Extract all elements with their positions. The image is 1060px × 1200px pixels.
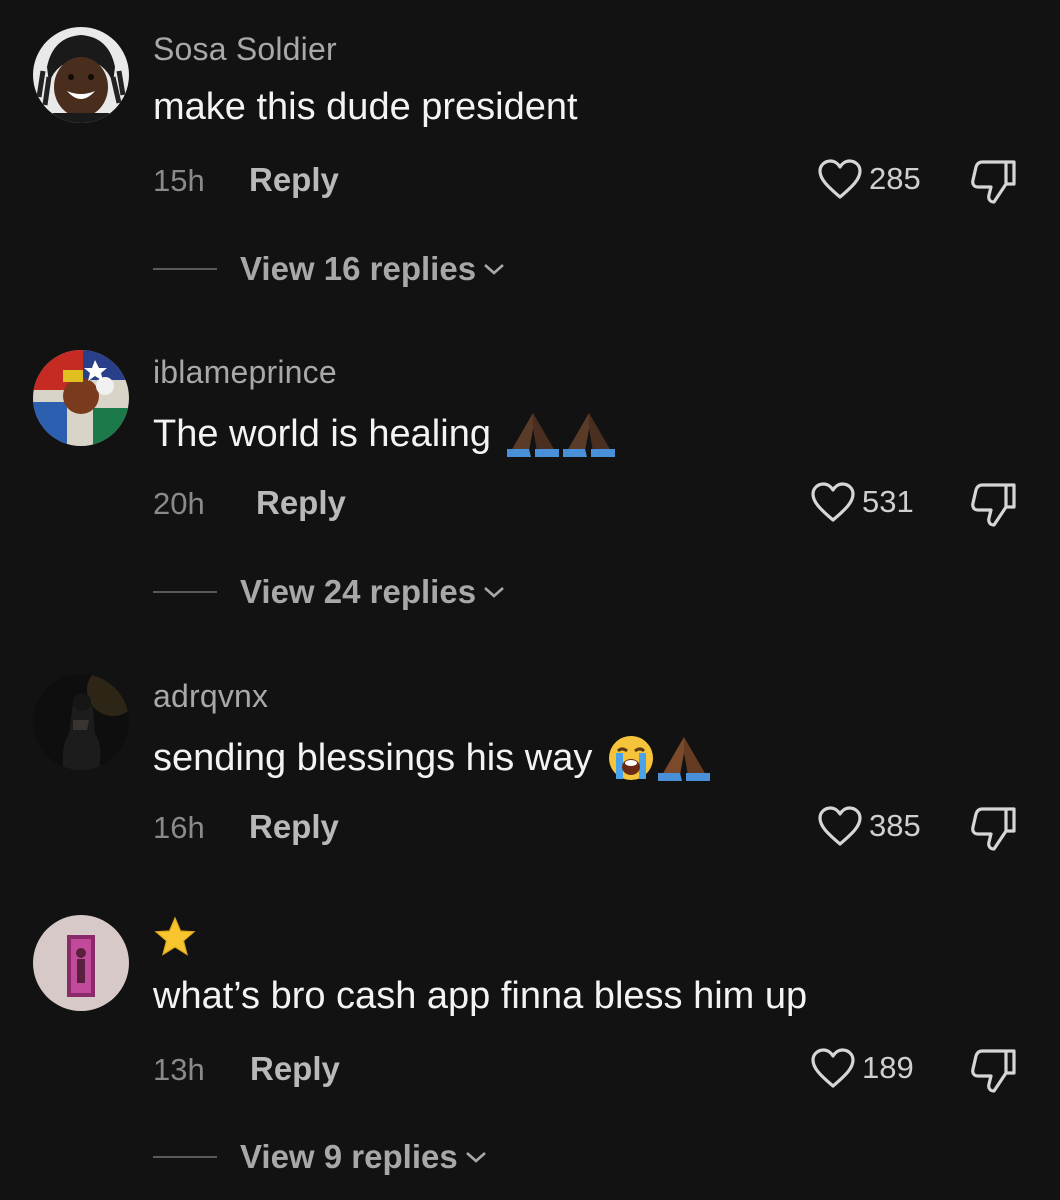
- thumbs-down-icon: [971, 807, 1016, 851]
- dislike-button[interactable]: [968, 481, 1020, 529]
- view-replies-button[interactable]: View 24 replies: [153, 573, 506, 611]
- timestamp: 20h: [153, 486, 205, 521]
- comment-text-label: The world is healing: [153, 412, 491, 455]
- folded-hands-emoji: [658, 737, 711, 781]
- timestamp: 16h: [153, 810, 205, 845]
- divider: [153, 268, 217, 270]
- username[interactable]: adrqvnx: [153, 678, 268, 715]
- view-replies-button[interactable]: View 9 replies: [153, 1138, 488, 1176]
- thumbs-down-icon: [971, 1049, 1016, 1093]
- username[interactable]: Sosa Soldier: [153, 31, 337, 68]
- heart-outline-icon: [811, 1048, 855, 1088]
- dislike-button[interactable]: [968, 158, 1020, 206]
- comment-text: The world is healing: [153, 409, 617, 459]
- dislike-button[interactable]: [968, 1047, 1020, 1095]
- star-emoji: [154, 916, 196, 956]
- like-count: 385: [869, 808, 921, 843]
- like-button[interactable]: 285: [817, 158, 921, 200]
- reply-button[interactable]: Reply: [249, 161, 339, 199]
- heart-outline-icon: [818, 159, 862, 199]
- thumbs-down-icon: [971, 160, 1016, 204]
- like-count: 189: [862, 1050, 914, 1085]
- like-count: 531: [862, 484, 914, 519]
- chevron-down-icon: [465, 1152, 486, 1163]
- heart-outline-icon: [811, 482, 855, 522]
- like-button[interactable]: 531: [810, 481, 914, 523]
- like-count: 285: [869, 161, 921, 196]
- comment-text: sending blessings his way: [153, 733, 712, 783]
- username[interactable]: [153, 916, 197, 966]
- like-button[interactable]: 385: [817, 805, 921, 847]
- timestamp: 15h: [153, 163, 205, 198]
- view-replies-label: View 24 replies: [240, 573, 477, 610]
- comment-text: make this dude president: [153, 86, 578, 128]
- thumbs-down-icon: [971, 483, 1016, 527]
- reply-button[interactable]: Reply: [250, 1050, 340, 1088]
- avatar[interactable]: [33, 915, 129, 1011]
- divider: [153, 591, 217, 593]
- avatar[interactable]: [33, 674, 129, 770]
- comment-text: what’s bro cash app finna bless him up: [153, 975, 808, 1017]
- emoji-group: [606, 733, 712, 783]
- chevron-down-icon: [484, 264, 504, 275]
- divider: [153, 1156, 217, 1158]
- timestamp: 13h: [153, 1052, 205, 1087]
- view-replies-label: View 16 replies: [240, 250, 477, 287]
- like-button[interactable]: 189: [810, 1047, 914, 1089]
- view-replies-label: View 9 replies: [240, 1138, 458, 1175]
- heart-outline-icon: [818, 806, 862, 846]
- dislike-button[interactable]: [968, 805, 1020, 853]
- avatar[interactable]: [33, 350, 129, 446]
- reply-button[interactable]: Reply: [249, 808, 339, 846]
- view-replies-button[interactable]: View 16 replies: [153, 250, 506, 288]
- chevron-down-icon: [484, 587, 504, 598]
- username[interactable]: iblameprince: [153, 354, 337, 391]
- folded-hands-emoji: [506, 413, 559, 457]
- emoji-group: [505, 409, 617, 459]
- loudly-crying-face-emoji: [609, 736, 654, 780]
- avatar[interactable]: [33, 27, 129, 123]
- comment-text-label: sending blessings his way: [153, 736, 593, 779]
- folded-hands-emoji: [562, 413, 615, 457]
- reply-button[interactable]: Reply: [256, 484, 346, 522]
